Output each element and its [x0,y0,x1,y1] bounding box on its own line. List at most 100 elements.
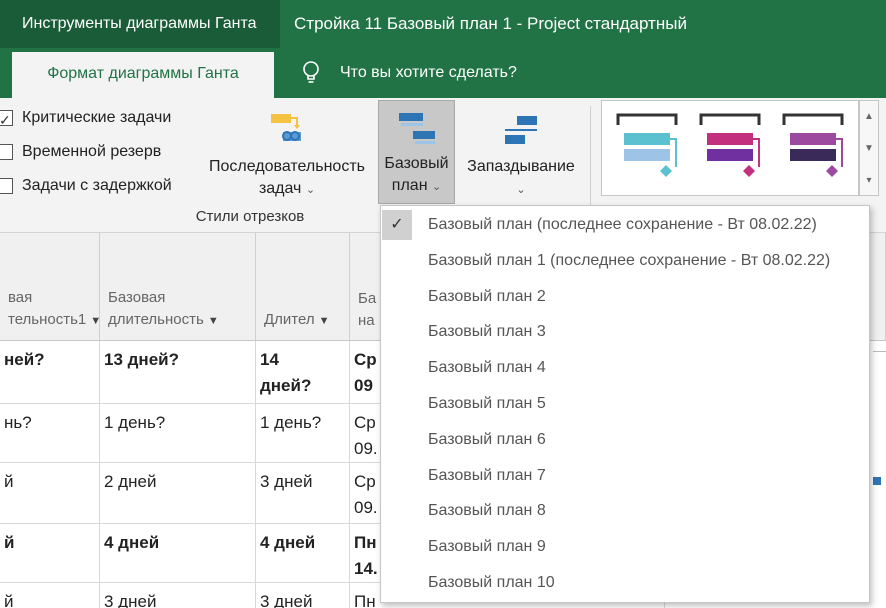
gallery-scrollbar[interactable]: ▲ ▼ ▾ [859,100,879,196]
baseline-menu-item[interactable]: Базовый план 5 [381,387,869,421]
cell-text: 3 дней [104,592,157,608]
swatch-part [707,133,753,145]
table-cell[interactable]: 3 дней [100,583,256,608]
cell-text: нь? [4,413,32,432]
chevron-down-icon: ⌄ [431,181,442,193]
cell-text: 1 день? [104,413,166,432]
lightbulb-icon[interactable] [300,60,322,86]
bar-styles-group-label: Стили отрезков [195,208,305,225]
swatch-part [660,165,672,177]
table-cell[interactable]: й [0,583,100,608]
swatch-part [790,133,836,145]
cell-text: 14 [260,350,279,369]
cell-text: 4 дней [260,533,316,552]
task-path-button[interactable]: Последовательность задач ⌄ [198,104,376,204]
baseline-menu-item[interactable]: Базовый план 4 [381,351,869,385]
swatch-part [836,138,843,167]
task-path-label-1: Последовательность [209,158,365,175]
cell-text: й [4,592,14,608]
gantt-style-swatch[interactable] [699,113,761,177]
menu-item-label: Базовый план 6 [428,430,546,448]
table-cell[interactable]: 13 дней? [100,341,256,403]
baseline-menu-item[interactable]: Базовый план 10 [381,566,869,600]
dropdown-arrow-icon[interactable]: ▼ [319,315,330,327]
baseline-menu-item[interactable]: Базовый план 8 [381,494,869,528]
menu-item-label: Базовый план 8 [428,502,546,520]
menu-item-label: Базовый план 9 [428,538,546,556]
swatch-part [826,165,838,177]
table-cell[interactable]: 3 дней [256,463,350,523]
task-path-icon [271,114,301,141]
header-text: Длител [264,311,315,328]
table-cell[interactable]: ней? [0,341,100,403]
table-cell[interactable]: 2 дней [100,463,256,523]
scroll-up-icon[interactable]: ▲ [860,101,878,133]
swatch-part [616,113,678,125]
table-cell[interactable]: 14 дней? [256,341,350,403]
baseline-menu-item[interactable]: ✓ Базовый план (последнее сохранение - Вт… [381,208,869,242]
swatch-part [624,133,670,145]
gallery-swatches [616,113,844,177]
gantt-bar[interactable] [873,477,881,485]
table-cell[interactable]: 4 дней [100,524,256,582]
menu-item-label: Базовый план 4 [428,359,546,377]
baseline-icon [398,113,435,144]
table-cell[interactable]: й [0,463,100,523]
cell-text: й [4,472,14,491]
slippage-icon [505,116,537,144]
baseline-menu-item[interactable]: Базовый план 7 [381,459,869,493]
baseline-menu-item[interactable]: Базовый план 3 [381,315,869,349]
swatch-part [670,138,677,167]
swatch-part [743,165,755,177]
table-cell[interactable]: 1 день? [256,404,350,462]
baseline-menu-item[interactable]: Базовый план 1 (последнее сохранение - В… [381,244,869,278]
table-cell[interactable]: 3 дней [256,583,350,608]
cell-text: 1 день? [260,413,322,432]
menu-item-label: Базовый план 3 [428,323,546,341]
task-path-label-2: задач [258,180,302,197]
tab-gantt-format[interactable]: Формат диаграммы Ганта [12,52,274,98]
checkbox-box[interactable] [0,178,13,194]
header-text: Ба [358,290,377,307]
slippage-button[interactable]: Запаздывание ⌄ [465,104,577,204]
checkbox-box[interactable]: ✓ [0,110,13,128]
gantt-style-swatch[interactable] [616,113,678,177]
baseline-menu-item[interactable]: Базовый план 6 [381,423,869,457]
cell-text: й [4,533,15,552]
column-header[interactable]: Длител ▼ [256,233,350,341]
header-text: Базовая [108,289,166,306]
baseline-button[interactable]: Базовый план ⌄ [378,100,455,204]
swatch-part [699,113,761,125]
chevron-down-icon: ⌄ [516,184,526,196]
cell-text: 13 дней? [104,350,179,369]
table-cell[interactable]: й [0,524,100,582]
menu-item-label: Базовый план 10 [428,574,555,591]
cell-text: 3 дней [260,472,313,491]
table-cell[interactable]: нь? [0,404,100,462]
baseline-menu-item[interactable]: Базовый план 2 [381,280,869,314]
cell-text: 3 дней [260,592,313,608]
checkbox-label: Временной резерв [22,143,162,160]
gantt-style-swatch[interactable] [782,113,844,177]
header-text: вая [8,289,33,306]
cell-text: ней? [4,350,45,369]
gallery-more-icon[interactable]: ▾ [860,165,878,197]
column-header[interactable]: вая тельность1 ▼ [0,233,101,341]
menu-item-label: Базовый план (последнее сохранение - Вт … [428,216,817,233]
ribbon-tab-row: Формат диаграммы Ганта Что вы хотите сде… [0,48,886,98]
table-cell[interactable]: 4 дней [256,524,350,582]
scroll-down-icon[interactable]: ▼ [860,133,878,165]
table-cell[interactable]: 1 день? [100,404,256,462]
baseline-menu-item[interactable]: Базовый план 9 [381,530,869,564]
column-header[interactable]: Базовая длительность ▼ [100,233,256,341]
dropdown-arrow-icon[interactable]: ▼ [208,315,219,327]
swatch-part [782,113,844,125]
gantt-style-gallery[interactable] [601,100,859,196]
checkbox-box[interactable] [0,144,13,160]
gantt-line [873,351,886,352]
tell-me-search[interactable]: Что вы хотите сделать? [340,48,517,98]
slippage-label: Запаздывание [467,158,575,175]
gantt-tools-context-label: Инструменты диаграммы Ганта [0,0,280,48]
menu-item-label: Базовый план 2 [428,287,546,305]
document-title: Стройка 11 Базовый план 1 - Project стан… [294,14,687,33]
